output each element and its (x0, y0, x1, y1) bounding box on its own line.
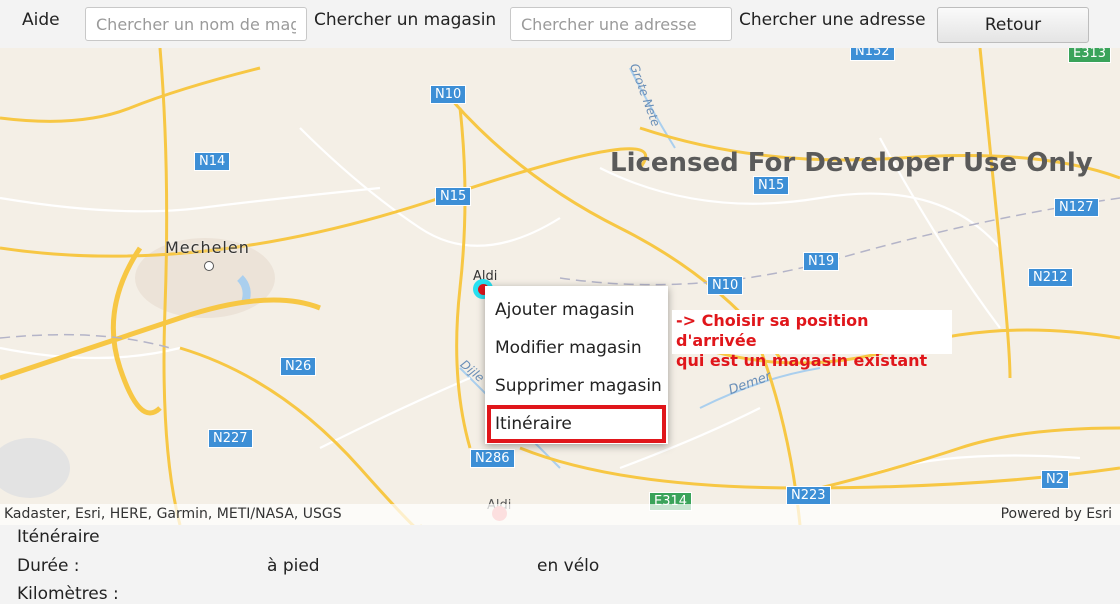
road-label: N2 (1041, 470, 1069, 489)
road-label: N286 (470, 449, 515, 468)
road-label: N223 (786, 486, 831, 505)
route-highlight-box (487, 405, 666, 443)
toolbar: Aide Chercher un magasin Chercher une ad… (0, 0, 1120, 48)
attribution-bar: Kadaster, Esri, HERE, Garmin, METI/NASA,… (0, 504, 1120, 525)
road-label: N15 (435, 187, 472, 206)
road-label: N15 (753, 176, 790, 195)
attribution-text: Kadaster, Esri, HERE, Garmin, METI/NASA,… (4, 506, 342, 522)
annotation-line-1: -> Choisir sa position d'arrivée (676, 311, 869, 350)
menu-item-add-store[interactable]: Ajouter magasin (495, 300, 635, 320)
city-label: Mechelen (165, 238, 250, 257)
menu-item-delete-store[interactable]: Supprimer magasin (495, 376, 662, 396)
road-label: N212 (1028, 268, 1073, 287)
route-panel: Iténéraire Durée : à pied en vélo Kilomè… (0, 525, 1120, 604)
route-title: Iténéraire (17, 527, 100, 547)
city-dot-icon (204, 261, 214, 271)
road-label: N26 (280, 357, 317, 376)
annotation-callout: -> Choisir sa position d'arrivée qui est… (672, 310, 952, 370)
menu-item-edit-store[interactable]: Modifier magasin (495, 338, 642, 358)
road-label: N10 (430, 85, 467, 104)
road-label: N14 (194, 152, 231, 171)
powered-by-text: Powered by Esri (1000, 506, 1112, 522)
address-search-input[interactable] (510, 7, 732, 41)
road-label: N127 (1054, 198, 1099, 217)
duration-label: Durée : (17, 556, 80, 576)
back-button[interactable]: Retour (937, 7, 1089, 43)
walk-label: à pied (267, 556, 320, 576)
bike-label: en vélo (537, 556, 600, 576)
road-label: N10 (707, 276, 744, 295)
address-search-button[interactable]: Chercher une adresse (739, 10, 926, 30)
road-label: N227 (208, 429, 253, 448)
road-label: E313 (1068, 48, 1112, 63)
road-label: N19 (803, 252, 840, 271)
store-search-input[interactable] (85, 7, 307, 41)
license-watermark: Licensed For Developer Use Only (610, 148, 1093, 178)
kilometers-label: Kilomètres : (17, 584, 119, 604)
annotation-line-2: qui est un magasin existant (676, 351, 928, 370)
store-search-button[interactable]: Chercher un magasin (314, 10, 496, 30)
help-button[interactable]: Aide (22, 10, 60, 30)
road-label: N152 (850, 48, 895, 61)
